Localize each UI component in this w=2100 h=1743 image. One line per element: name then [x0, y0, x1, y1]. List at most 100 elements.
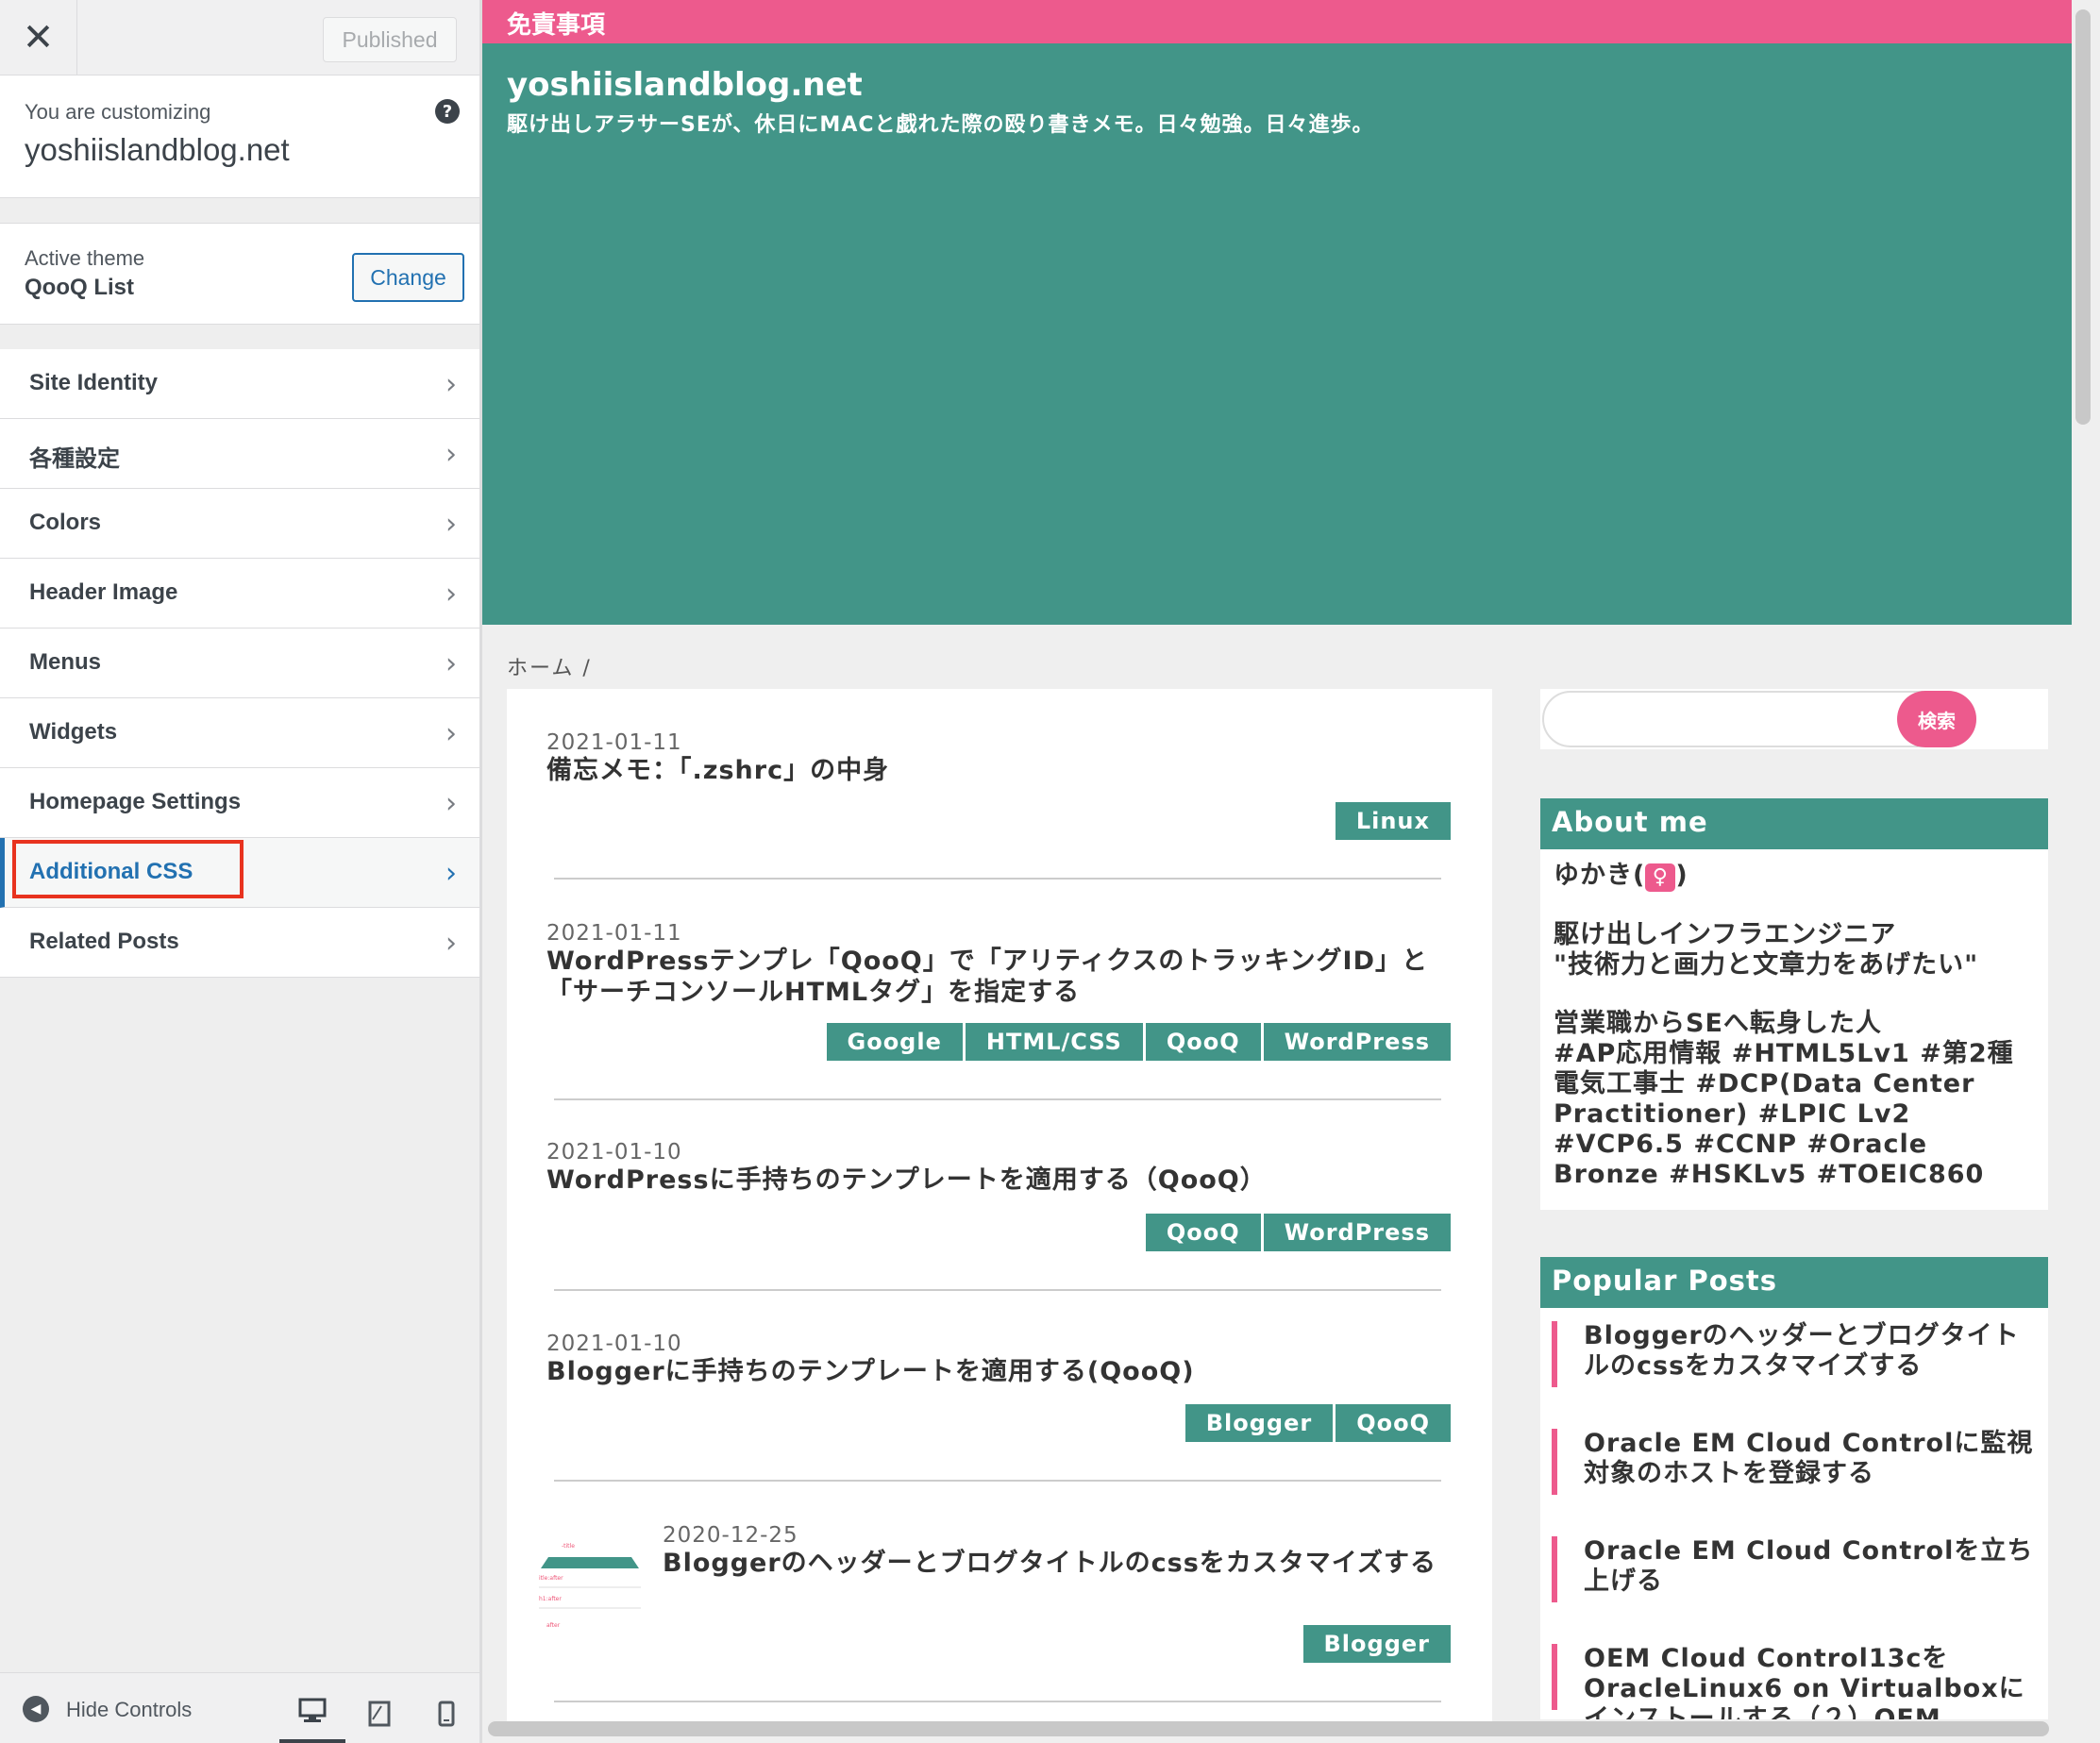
menu-item-label: Related Posts [29, 929, 179, 954]
published-button[interactable]: Published [323, 17, 457, 62]
chevron-right-icon: › [445, 368, 457, 401]
tag-link[interactable]: Linux [1335, 802, 1451, 840]
post-date: 2021-01-10 [546, 1332, 682, 1356]
customizing-info: You are customizing yoshiislandblog.net … [0, 75, 479, 198]
hide-controls-button[interactable]: Hide Controls [66, 1698, 192, 1722]
chevron-right-icon: › [445, 438, 457, 471]
hide-controls-icon[interactable]: ◀ [23, 1696, 49, 1722]
svg-text:after: after [546, 1622, 561, 1629]
post-tags: Blogger QooQ [1184, 1404, 1451, 1442]
breadcrumb[interactable]: ホーム / [507, 651, 592, 681]
chevron-right-icon: › [445, 787, 457, 820]
female-sign-icon: ♀ [1645, 863, 1676, 892]
menu-item-menus[interactable]: Menus › [0, 628, 479, 698]
post-tags: Linux [1335, 802, 1451, 840]
menu-item-label: Homepage Settings [29, 789, 242, 814]
tag-link[interactable]: QooQ [1145, 1023, 1261, 1061]
menu-item-label: Header Image [29, 579, 178, 605]
customizer-footer: ◀ Hide Controls [0, 1672, 479, 1743]
vertical-scrollbar[interactable] [2075, 9, 2091, 425]
post-title[interactable]: Bloggerに手持ちのテンプレートを適用する(QooQ) [546, 1356, 1453, 1387]
tablet-preview-icon[interactable] [346, 1683, 412, 1743]
help-icon[interactable]: ? [435, 99, 460, 124]
menu-item-related-posts[interactable]: Related Posts › [0, 908, 479, 978]
svg-text:-title: -title [562, 1543, 575, 1550]
post-divider [554, 1098, 1441, 1100]
popular-posts-title: Popular Posts [1540, 1257, 2048, 1308]
post-divider [554, 878, 1441, 880]
post-title[interactable]: 備忘メモ：「.zshrc」の中身 [546, 755, 1453, 786]
popular-post-link[interactable]: Oracle EM Cloud Controlに監視対象のホストを登録する [1552, 1429, 2037, 1495]
tag-link[interactable]: Blogger [1302, 1625, 1451, 1663]
tag-link[interactable]: HTML/CSS [965, 1023, 1143, 1061]
menu-item-settings[interactable]: 各種設定 › [0, 419, 479, 489]
popular-post-link[interactable]: Oracle EM Cloud Controlを立ち上げる [1552, 1536, 2037, 1602]
popular-post-link[interactable]: OEM Cloud Control13cをOracleLinux6 on Vir… [1552, 1644, 2037, 1719]
search-button[interactable]: 検索 [1897, 691, 1976, 747]
menu-item-label: Site Identity [29, 370, 159, 395]
mobile-preview-icon[interactable] [413, 1683, 479, 1743]
menu-item-header-image[interactable]: Header Image › [0, 559, 479, 628]
about-widget-title: About me [1540, 798, 2048, 849]
chevron-right-icon: › [445, 508, 457, 541]
tag-link[interactable]: QooQ [1145, 1214, 1261, 1251]
tag-link[interactable]: QooQ [1336, 1404, 1451, 1442]
post-title[interactable]: Bloggerのヘッダーとブログタイトルのcssをカスタマイズする [663, 1548, 1455, 1579]
about-line-1: 駆け出しインフラエンジニア [1554, 920, 1897, 949]
post-tags: Blogger [1302, 1625, 1451, 1663]
post-divider [554, 1480, 1441, 1482]
tag-link[interactable]: Google [826, 1023, 963, 1061]
active-theme-panel: Active theme QooQ List Change [0, 223, 479, 325]
menu-item-site-identity[interactable]: Site Identity › [0, 349, 479, 419]
active-theme-name: QooQ List [25, 275, 134, 300]
menu-item-additional-css[interactable]: Additional CSS › [0, 838, 479, 908]
menu-item-label: Menus [29, 649, 102, 675]
menu-item-label: Additional CSS [29, 859, 193, 884]
active-theme-label: Active theme [25, 246, 145, 270]
menu-item-label: Colors [29, 510, 102, 535]
menu-item-widgets[interactable]: Widgets › [0, 698, 479, 768]
post-thumbnail[interactable]: -title itle:after h1:after after [533, 1538, 647, 1633]
about-widget: About me ゆかき(♀) 駆け出しインフラエンジニア "技術力と画力と文章… [1540, 798, 2048, 1210]
about-line-4: #AP応用情報 #HTML5Lv1 #第2種電気工事士 #DCP(Data Ce… [1554, 1039, 2014, 1189]
chevron-right-icon: › [445, 857, 457, 890]
site-preview: 免責事項 yoshiislandblog.net 駆け出しアラサーSEが、休日に… [482, 0, 2100, 1743]
menu-item-label: 各種設定 [29, 446, 120, 472]
disclaimer-link[interactable]: 免責事項 [507, 6, 605, 41]
post-date: 2020-12-25 [663, 1523, 798, 1548]
post-date: 2021-01-11 [546, 921, 682, 946]
site-title[interactable]: yoshiislandblog.net [507, 66, 863, 104]
post-list: 2021-01-11 備忘メモ：「.zshrc」の中身 Linux 2021-0… [507, 689, 1492, 1727]
tag-link[interactable]: Blogger [1184, 1404, 1334, 1442]
menu-item-colors[interactable]: Colors › [0, 489, 479, 559]
about-line-2: "技術力と画力と文章力をあげたい" [1554, 950, 1979, 980]
search-widget: 検索 [1540, 689, 2048, 749]
customizing-site-name: yoshiislandblog.net [25, 132, 290, 167]
close-icon[interactable]: ✕ [0, 0, 77, 75]
chevron-right-icon: › [445, 927, 457, 960]
svg-text:h1:after: h1:after [539, 1596, 562, 1602]
post-tags: Google HTML/CSS QooQ WordPress [826, 1023, 1451, 1061]
change-theme-button[interactable]: Change [352, 253, 464, 302]
chevron-right-icon: › [445, 717, 457, 750]
about-name: ゆかき( [1554, 861, 1646, 890]
about-line-3: 営業職からSEへ転身した人 [1554, 1009, 1882, 1038]
desktop-preview-icon[interactable] [279, 1683, 345, 1743]
about-widget-body: ゆかき(♀) 駆け出しインフラエンジニア "技術力と画力と文章力をあげたい" 営… [1540, 849, 2048, 1201]
svg-text:itle:after: itle:after [539, 1575, 563, 1582]
customizer-topbar: ✕ Published [0, 0, 479, 75]
post-title[interactable]: WordPressに手持ちのテンプレートを適用する（QooQ） [546, 1165, 1453, 1196]
post-date: 2021-01-11 [546, 730, 682, 755]
popular-post-link[interactable]: Bloggerのヘッダーとブログタイトルのcssをカスタマイズする [1552, 1321, 2037, 1387]
customizer-menu: Site Identity › 各種設定 › Colors › Header I… [0, 349, 479, 978]
tag-link[interactable]: WordPress [1263, 1023, 1451, 1061]
disclaimer-bar[interactable]: 免責事項 [482, 0, 2072, 43]
post-divider [554, 1701, 1441, 1702]
customizer-sidebar: ✕ Published You are customizing yoshiisl… [0, 0, 481, 1743]
menu-item-homepage-settings[interactable]: Homepage Settings › [0, 768, 479, 838]
about-name-end: ) [1675, 861, 1688, 890]
horizontal-scrollbar[interactable] [488, 1721, 2049, 1736]
post-title[interactable]: WordPressテンプレ「QooQ」で「アリティクスのトラッキングID」と「サ… [546, 946, 1453, 1008]
site-description: 駆け出しアラサーSEが、休日にMACと戯れた際の殴り書きメモ。日々勉強。日々進歩… [507, 113, 1374, 137]
tag-link[interactable]: WordPress [1263, 1214, 1451, 1251]
